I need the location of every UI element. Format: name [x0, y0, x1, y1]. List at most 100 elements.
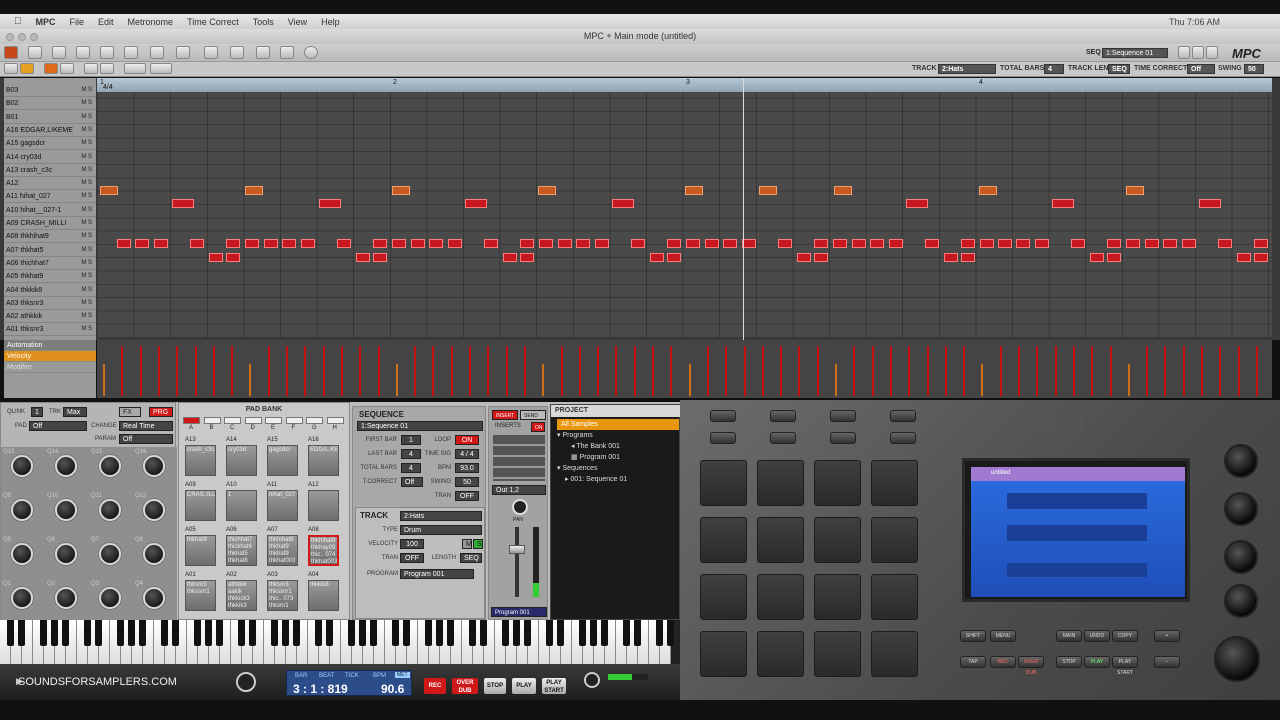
rec-button[interactable]: REC [424, 678, 446, 694]
pad[interactable]: thksnr3 thkssnr1 thic.. 073 thksnr1 [267, 580, 298, 611]
note-event[interactable] [372, 239, 387, 249]
sampler-icon[interactable] [124, 46, 138, 59]
mute-solo-buttons[interactable]: M S [81, 204, 92, 217]
black-key[interactable] [194, 620, 201, 646]
velocity-bar[interactable] [267, 346, 270, 396]
velocity-bar[interactable] [377, 346, 380, 396]
note-event[interactable] [336, 239, 351, 249]
track-row[interactable]: A03 thksnr3 M S [4, 297, 96, 310]
black-key[interactable] [656, 620, 663, 646]
velocity-bar[interactable] [249, 364, 252, 396]
velocity-bar[interactable] [194, 346, 197, 396]
track-row[interactable]: A13 crash_c3c M S [4, 164, 96, 177]
note-event[interactable] [630, 239, 645, 249]
hw-pad[interactable] [700, 574, 747, 620]
black-key[interactable] [238, 620, 245, 646]
data-wheel[interactable] [1214, 636, 1260, 682]
velocity-bar[interactable] [871, 346, 874, 396]
hw-pad[interactable] [757, 460, 804, 506]
seq-select[interactable]: 1:Sequence 01 [1102, 48, 1168, 58]
note-event[interactable] [190, 239, 204, 249]
stop-button[interactable]: STOP [484, 678, 506, 694]
velocity-bar[interactable] [725, 346, 728, 396]
note-event[interactable] [538, 239, 553, 249]
hw-pad[interactable] [757, 574, 804, 620]
minimize-window-button[interactable] [18, 33, 26, 41]
note-event[interactable] [1163, 239, 1178, 249]
mute-solo-buttons[interactable]: M S [81, 164, 92, 177]
hw-top-button[interactable] [890, 432, 916, 444]
track-row[interactable]: A08 thkhihat9 M S [4, 230, 96, 244]
hw-top-button[interactable] [770, 432, 796, 444]
velocity-bar[interactable] [780, 346, 783, 396]
chop-icon[interactable] [204, 46, 218, 59]
hw-top-button[interactable] [710, 410, 736, 422]
note-event[interactable] [410, 239, 425, 249]
velocity-bar[interactable] [853, 346, 856, 396]
send-tab[interactable]: SEND [520, 410, 546, 420]
note-event[interactable] [538, 186, 556, 196]
note-event[interactable] [612, 199, 634, 209]
velocity-bar[interactable] [1255, 346, 1258, 396]
undo-icon[interactable] [84, 63, 98, 74]
bpm-field[interactable]: 93.0 [455, 463, 479, 473]
mute-solo-buttons[interactable]: M S [81, 270, 92, 283]
mute-solo-buttons[interactable]: M S [81, 244, 92, 257]
length-field[interactable]: SEQ [460, 553, 482, 563]
mute-solo-buttons[interactable]: M S [81, 111, 92, 124]
fx-button[interactable]: FX [119, 407, 141, 417]
track-row[interactable]: A05 thkhat9 M S [4, 270, 96, 284]
mute-solo-buttons[interactable]: M S [81, 137, 92, 150]
pad-select[interactable]: Off [29, 421, 87, 431]
pan-knob[interactable] [512, 499, 528, 515]
menu-edit[interactable]: Edit [98, 17, 114, 27]
screen-display[interactable]: untitled [971, 467, 1185, 597]
track-select[interactable]: 2:Hats [938, 64, 996, 74]
velocity-bar[interactable] [103, 364, 105, 396]
pad[interactable]: hihat_027 [267, 490, 298, 521]
note-event[interactable] [666, 252, 681, 262]
program-icon[interactable] [256, 46, 270, 59]
qlink-knob[interactable] [11, 587, 33, 609]
play-start-button[interactable]: PLAY START [542, 678, 566, 694]
note-event[interactable] [319, 199, 341, 209]
program-select[interactable]: Program 001 [400, 569, 474, 579]
programs-folder[interactable]: ▾ Programs [557, 431, 593, 439]
note-event[interactable] [943, 252, 958, 262]
note-event[interactable] [519, 252, 534, 262]
menu-tools[interactable]: Tools [253, 17, 274, 27]
note-event[interactable] [1254, 239, 1269, 249]
mute-solo-buttons[interactable]: M S [81, 97, 92, 110]
program-item[interactable]: ▦ Program 001 [571, 453, 620, 461]
note-event[interactable] [372, 252, 387, 262]
menu-view[interactable]: View [288, 17, 307, 27]
note-event[interactable] [722, 239, 737, 249]
velocity-bar[interactable] [432, 346, 435, 396]
note-event[interactable] [685, 239, 700, 249]
velocity-bar[interactable] [414, 346, 417, 396]
track-row[interactable]: B02 M S [4, 97, 96, 111]
hw-pad[interactable] [814, 574, 861, 620]
note-event[interactable] [447, 239, 462, 249]
black-key[interactable] [359, 620, 366, 646]
track-row[interactable]: A06 thichhat7 M S [4, 257, 96, 270]
black-key[interactable] [601, 620, 608, 646]
master-volume-knob[interactable] [584, 672, 600, 688]
close-window-button[interactable] [6, 33, 14, 41]
pad[interactable]: crash_c3c [185, 445, 216, 476]
velocity-bar[interactable] [1127, 364, 1130, 396]
note-event[interactable] [924, 239, 939, 249]
velocity-bar[interactable] [835, 364, 837, 396]
note-event[interactable] [759, 186, 777, 196]
velocity-bar[interactable] [505, 346, 508, 396]
black-key[interactable] [205, 620, 212, 646]
hw-pad[interactable] [700, 460, 747, 506]
track-row[interactable]: A11 hihat_027 M S [4, 190, 96, 204]
mute-solo-buttons[interactable]: M S [81, 124, 92, 137]
hw-button[interactable]: UNDO [1084, 630, 1110, 642]
menu-time-correct[interactable]: Time Correct [187, 17, 239, 27]
mute-solo-buttons[interactable]: M S [81, 84, 92, 97]
note-event[interactable] [154, 239, 168, 249]
volume-fader[interactable] [509, 545, 525, 554]
hw-button[interactable]: TAP [960, 656, 986, 668]
